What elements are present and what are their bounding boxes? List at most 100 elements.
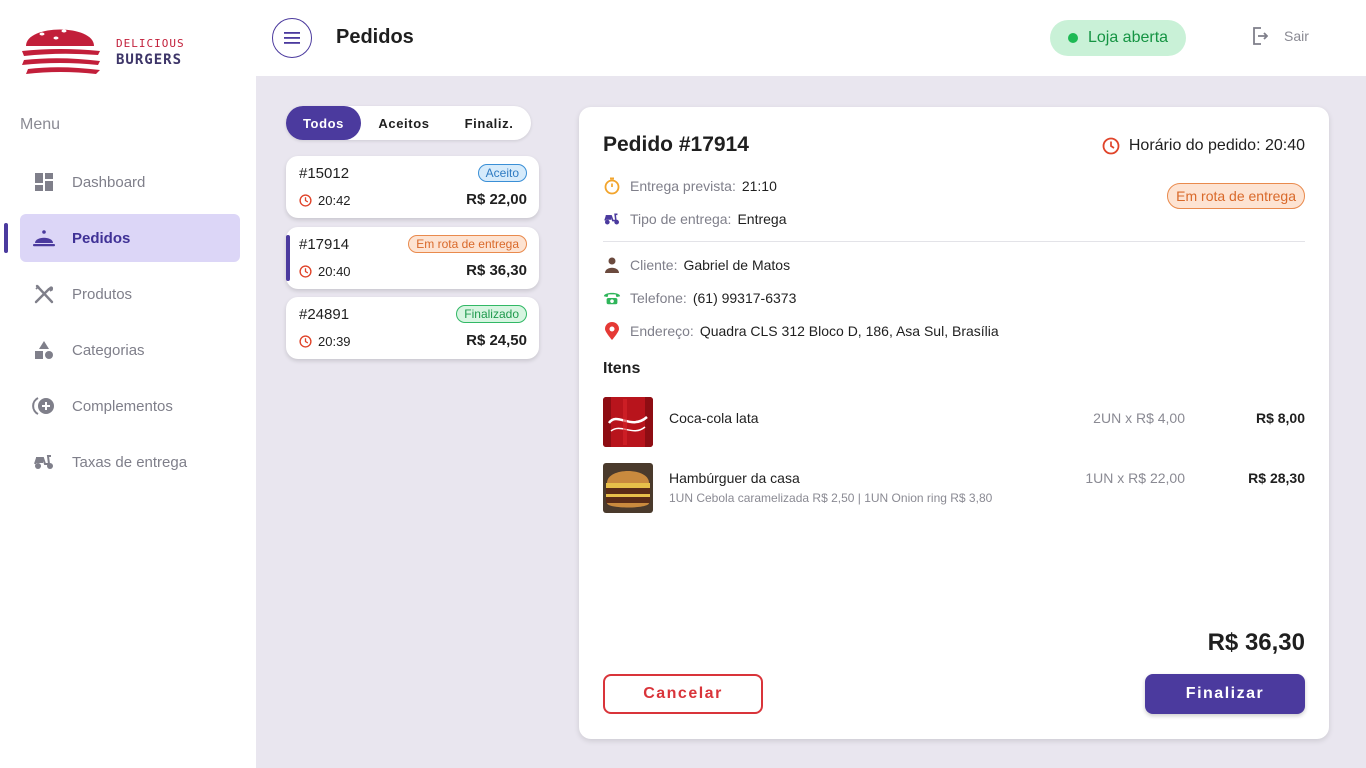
top-bar: Pedidos Loja aberta Sair — [256, 0, 1366, 76]
clock-icon — [1102, 137, 1120, 155]
store-status-toggle[interactable]: Loja aberta — [1050, 20, 1186, 56]
delivery-type-value: Entrega — [737, 211, 787, 227]
finish-order-button[interactable]: Finalizar — [1145, 674, 1305, 714]
burger-image — [603, 463, 653, 513]
status-dot-icon — [1067, 33, 1078, 43]
sidebar-item-label: Produtos — [72, 285, 133, 303]
shapes-icon — [32, 338, 56, 362]
order-price: R$ 36,30 — [466, 262, 527, 279]
logout-label: Sair — [1284, 28, 1309, 44]
clock-icon — [299, 265, 312, 278]
order-time: 20:42 — [299, 193, 351, 208]
sidebar-item-label: Taxas de entrega — [72, 453, 188, 471]
order-details-title: Pedido #17914 — [603, 133, 749, 156]
order-time-value: 20:39 — [318, 334, 351, 349]
page-title: Pedidos — [336, 26, 414, 48]
scooter-icon — [603, 210, 621, 228]
order-card[interactable]: #17914 Em rota de entrega 20:40 R$ 36,30 — [286, 227, 539, 289]
logout-icon — [1253, 27, 1268, 45]
address-value: Quadra CLS 312 Bloco D, 186, Asa Sul, Br… — [699, 323, 999, 339]
eta-label: Entrega prevista: — [630, 178, 736, 194]
order-filter-tabs: Todos Aceitos Finaliz. — [286, 106, 531, 140]
coca-cola-can-image — [603, 397, 653, 447]
hamburger-menu-icon — [284, 32, 300, 44]
item-name: Coca-cola lata — [669, 410, 759, 426]
order-time: 20:39 — [299, 334, 351, 349]
order-number: #15012 — [299, 165, 350, 182]
status-badge: Em rota de entrega — [408, 235, 527, 253]
sidebar-item-label: Dashboard — [72, 173, 146, 191]
sidebar-item-taxas-de-entrega[interactable]: Taxas de entrega — [20, 438, 240, 486]
order-details-panel: Pedido #17914 Horário do pedido: 20:40 E… — [579, 107, 1329, 739]
address-row: Endereço: Quadra CLS 312 Bloco D, 186, A… — [603, 322, 999, 340]
order-status-badge: Em rota de entrega — [1167, 183, 1305, 209]
order-time-value: 20:42 — [318, 193, 351, 208]
stopwatch-icon — [603, 177, 621, 195]
status-badge: Finalizado — [456, 305, 527, 323]
sidebar-item-categorias[interactable]: Categorias — [20, 326, 240, 374]
brand-line1: DELICIOUS — [116, 37, 185, 50]
divider — [603, 241, 1305, 242]
item-total: R$ 8,00 — [1255, 410, 1305, 426]
sidebar-item-produtos[interactable]: Produtos — [20, 270, 240, 318]
sidebar-item-pedidos[interactable]: Pedidos — [4, 214, 240, 262]
selected-indicator — [286, 235, 290, 281]
order-time-header: Horário do pedido: 20:40 — [1102, 137, 1305, 155]
delivery-type-row: Tipo de entrega: Entrega — [603, 210, 787, 228]
sidebar-item-dashboard[interactable]: Dashboard — [20, 158, 240, 206]
order-card[interactable]: #24891 Finalizado 20:39 R$ 24,50 — [286, 297, 539, 359]
burger-logo-icon — [22, 26, 100, 74]
sidebar-item-label: Categorias — [72, 341, 145, 359]
delivery-type-label: Tipo de entrega: — [630, 211, 732, 227]
order-total: R$ 36,30 — [1207, 629, 1305, 656]
item-name: Hambúrguer da casa — [669, 470, 800, 486]
client-value: Gabriel de Matos — [683, 257, 791, 273]
phone-icon — [603, 289, 621, 307]
eta-value: 21:10 — [741, 178, 777, 194]
sidebar-item-complementos[interactable]: Complementos — [20, 382, 240, 430]
list-item: Coca-cola lata 2UN x R$ 4,00 R$ 8,00 — [603, 397, 1305, 447]
order-price: R$ 22,00 — [466, 191, 527, 208]
store-status-label: Loja aberta — [1087, 29, 1169, 46]
logout-button[interactable]: Sair — [1252, 27, 1309, 45]
sidebar-item-label: Pedidos — [72, 229, 131, 247]
order-price: R$ 24,50 — [466, 332, 527, 349]
items-title: Itens — [603, 360, 641, 377]
location-pin-icon — [603, 322, 621, 340]
brand-logo[interactable]: DELICIOUS BURGERS — [20, 16, 190, 82]
item-quantity: 1UN x R$ 22,00 — [1085, 470, 1185, 486]
sidebar-nav: Dashboard Pedidos Produtos Categorias Co… — [4, 158, 240, 494]
item-total: R$ 28,30 — [1248, 470, 1305, 486]
address-label: Endereço: — [630, 323, 694, 339]
clock-icon — [299, 335, 312, 348]
order-number: #24891 — [299, 306, 350, 323]
menu-title: Menu — [20, 116, 61, 133]
phone-label: Telefone: — [630, 290, 687, 306]
phone-row: Telefone: (61) 99317-6373 — [603, 289, 796, 307]
cancel-order-button[interactable]: Cancelar — [603, 674, 763, 714]
client-row: Cliente: Gabriel de Matos — [603, 256, 790, 274]
scooter-icon — [32, 450, 56, 474]
order-time-value: 20:40 — [318, 264, 351, 279]
tab-finalizados[interactable]: Finaliz. — [447, 106, 531, 140]
tab-todos[interactable]: Todos — [286, 106, 361, 140]
sidebar: DELICIOUS BURGERS Menu Dashboard Pedidos… — [0, 0, 256, 768]
add-circle-icon — [32, 394, 56, 418]
item-quantity: 2UN x R$ 4,00 — [1093, 410, 1185, 426]
utensils-icon — [32, 282, 56, 306]
dashboard-icon — [32, 170, 56, 194]
cloche-icon — [32, 226, 56, 250]
eta-row: Entrega prevista: 21:10 — [603, 177, 777, 195]
client-label: Cliente: — [630, 257, 678, 273]
list-item: Hambúrguer da casa 1UN Cebola carameliza… — [603, 463, 1305, 513]
person-icon — [603, 256, 621, 274]
active-indicator — [4, 223, 8, 253]
order-time: 20:40 — [299, 264, 351, 279]
item-extras: 1UN Cebola caramelizada R$ 2,50 | 1UN On… — [669, 491, 993, 505]
status-badge: Aceito — [477, 164, 527, 182]
order-card[interactable]: #15012 Aceito 20:42 R$ 22,00 — [286, 156, 539, 218]
menu-toggle-button[interactable] — [272, 18, 312, 58]
tab-aceitos[interactable]: Aceitos — [361, 106, 447, 140]
brand-line2: BURGERS — [116, 52, 183, 68]
order-time-text: Horário do pedido: 20:40 — [1128, 137, 1305, 154]
